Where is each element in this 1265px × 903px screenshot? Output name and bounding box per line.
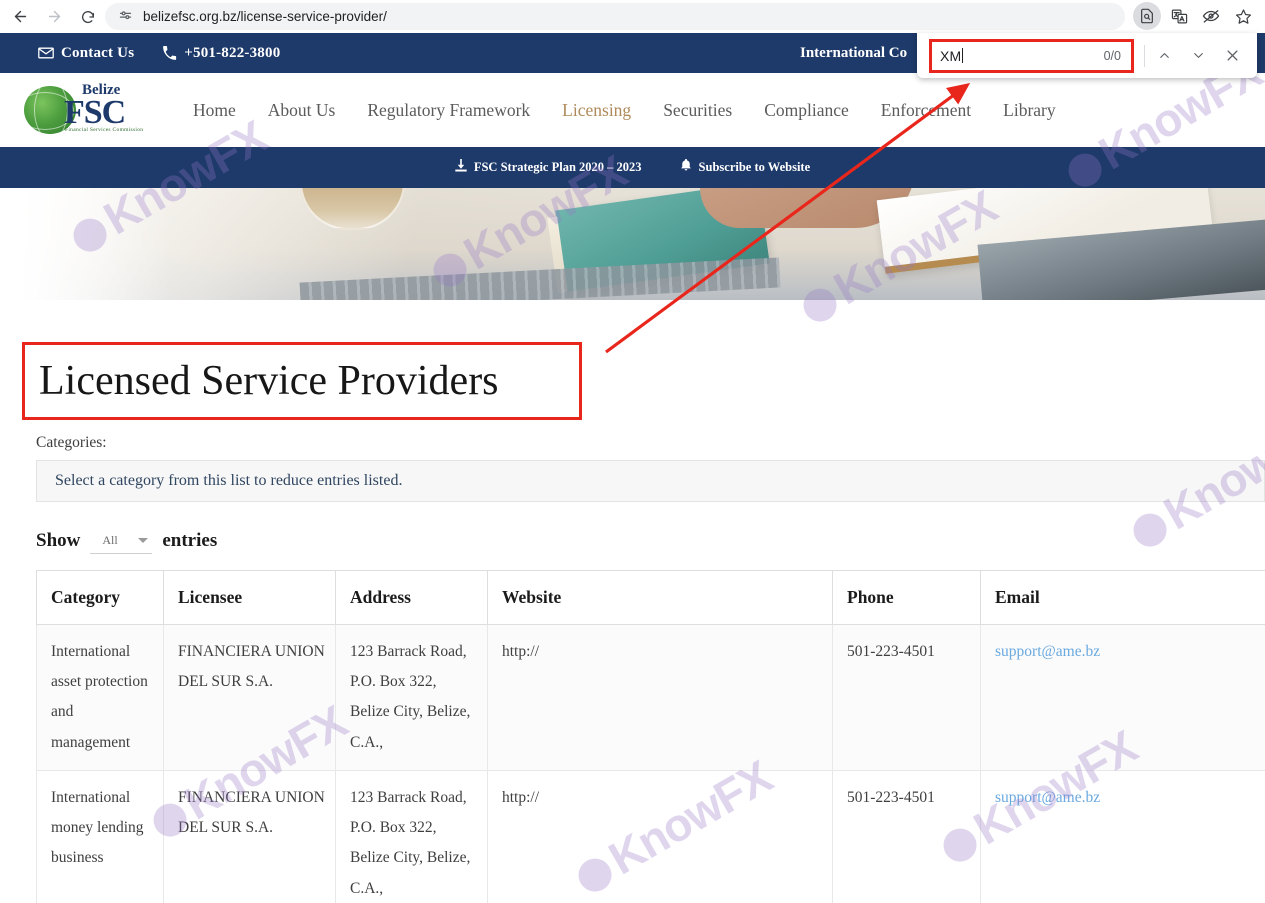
column-header-licensee[interactable]: Licensee (163, 570, 336, 625)
table-row: International asset protection and manag… (36, 624, 1265, 771)
eye-off-icon[interactable] (1197, 2, 1225, 30)
reload-button[interactable] (74, 3, 102, 31)
phone-icon (162, 45, 177, 61)
entries-label: entries (162, 530, 218, 551)
nav-item-enforcement[interactable]: Enforcement (865, 100, 987, 121)
forward-button[interactable] (40, 3, 68, 31)
nav-item-securities[interactable]: Securities (647, 100, 748, 121)
strategic-plan-link[interactable]: FSC Strategic Plan 2020 – 2023 (455, 159, 642, 176)
cell-category: International asset protection and manag… (36, 624, 164, 771)
cell-phone: 501-223-4501 (832, 624, 981, 771)
main-navigation: Home About Us Regulatory Framework Licen… (177, 100, 1072, 121)
column-header-category[interactable]: Category (36, 570, 164, 625)
hero-light-overlay (0, 188, 170, 300)
nav-item-library[interactable]: Library (987, 100, 1071, 121)
site-header: Belize FSC Financial Services Commission… (0, 73, 1265, 147)
nav-item-regulatory-framework[interactable]: Regulatory Framework (351, 100, 546, 121)
browser-toolbar: belizefsc.org.bz/license-service-provide… (0, 0, 1265, 33)
nav-item-about-us[interactable]: About Us (252, 100, 352, 121)
find-match-count: 0/0 (1103, 48, 1121, 63)
cell-category: International money lending business (36, 769, 164, 903)
cell-email: support@ame.bz (980, 769, 1265, 903)
cell-licensee: FINANCIERA UNION DEL SUR S.A. (163, 769, 336, 903)
column-header-address[interactable]: Address (335, 570, 488, 625)
logo-subtitle: Financial Services Commission (65, 127, 144, 133)
categories-label: Categories: (36, 434, 107, 451)
browser-toolbar-icons (1133, 2, 1257, 30)
nav-item-home[interactable]: Home (177, 100, 252, 121)
chevron-down-icon (138, 538, 149, 543)
show-label: Show (36, 530, 81, 551)
category-select[interactable]: Select a category from this list to redu… (36, 460, 1265, 502)
cell-email: support@ame.bz (980, 624, 1265, 771)
email-link[interactable]: support@ame.bz (995, 643, 1100, 660)
bookmark-star-icon[interactable] (1229, 2, 1257, 30)
find-in-page-icon[interactable] (1133, 2, 1161, 30)
strategic-plan-label: FSC Strategic Plan 2020 – 2023 (473, 160, 642, 174)
find-close-icon[interactable] (1217, 41, 1247, 71)
column-header-phone[interactable]: Phone (832, 570, 981, 625)
address-bar[interactable]: belizefsc.org.bz/license-service-provide… (105, 3, 1125, 30)
find-bar-input[interactable]: XM 0/0 (929, 38, 1134, 73)
back-button[interactable] (6, 3, 34, 31)
find-bar: XM 0/0 (917, 33, 1257, 78)
cell-licensee: FINANCIERA UNION DEL SUR S.A. (163, 624, 336, 771)
nav-item-licensing[interactable]: Licensing (546, 100, 647, 121)
cell-website: http:// (487, 769, 833, 903)
bell-icon (680, 159, 692, 176)
phone-link[interactable]: +501-822-3800 (162, 45, 280, 62)
category-select-value: Select a category from this list to redu… (55, 472, 403, 489)
find-next-icon[interactable] (1183, 41, 1213, 71)
page-length-select[interactable]: All (90, 528, 153, 554)
cell-address: 123 Barrack Road, P.O. Box 322, Belize C… (335, 769, 488, 903)
page-title-highlight: Licensed Service Providers (22, 342, 582, 420)
site-sub-bar: FSC Strategic Plan 2020 – 2023 Subscribe… (0, 147, 1265, 188)
top-bar-left: Contact Us +501-822-3800 (0, 45, 280, 62)
address-bar-url: belizefsc.org.bz/license-service-provide… (143, 9, 387, 24)
providers-table-wrapper: Category Licensee Address Website Phone … (36, 570, 1265, 903)
site-logo[interactable]: Belize FSC Financial Services Commission (24, 81, 149, 139)
phone-label: +501-822-3800 (184, 44, 281, 61)
contact-us-link[interactable]: Contact Us (38, 45, 134, 62)
hero-banner-image (0, 188, 1265, 300)
cell-address: 123 Barrack Road, P.O. Box 322, Belize C… (335, 624, 488, 771)
page-title: Licensed Service Providers (39, 358, 499, 404)
find-divider (1144, 44, 1145, 67)
show-entries-control: Show All entries (36, 528, 217, 554)
download-icon (455, 159, 467, 176)
translate-icon[interactable] (1165, 2, 1193, 30)
email-link[interactable]: support@ame.bz (995, 789, 1100, 806)
subscribe-link[interactable]: Subscribe to Website (680, 159, 811, 176)
subscribe-label: Subscribe to Website (698, 160, 811, 174)
find-previous-icon[interactable] (1149, 41, 1179, 71)
table-header-row: Category Licensee Address Website Phone … (36, 570, 1265, 625)
nav-item-compliance[interactable]: Compliance (748, 100, 865, 121)
envelope-icon (38, 47, 54, 59)
column-header-email[interactable]: Email (980, 570, 1265, 625)
cell-website: http:// (487, 624, 833, 771)
table-row: International money lending business FIN… (36, 769, 1265, 903)
text-caret (962, 48, 964, 63)
site-info-icon[interactable] (115, 7, 135, 27)
cell-phone: 501-223-4501 (832, 769, 981, 903)
column-header-website[interactable]: Website (487, 570, 833, 625)
page-length-value: All (102, 533, 118, 547)
screenshot-root: belizefsc.org.bz/license-service-provide… (0, 0, 1265, 903)
licensed-service-providers-table: Category Licensee Address Website Phone … (36, 570, 1265, 903)
contact-us-label: Contact Us (61, 44, 135, 61)
find-query-text: XM (940, 47, 962, 64)
